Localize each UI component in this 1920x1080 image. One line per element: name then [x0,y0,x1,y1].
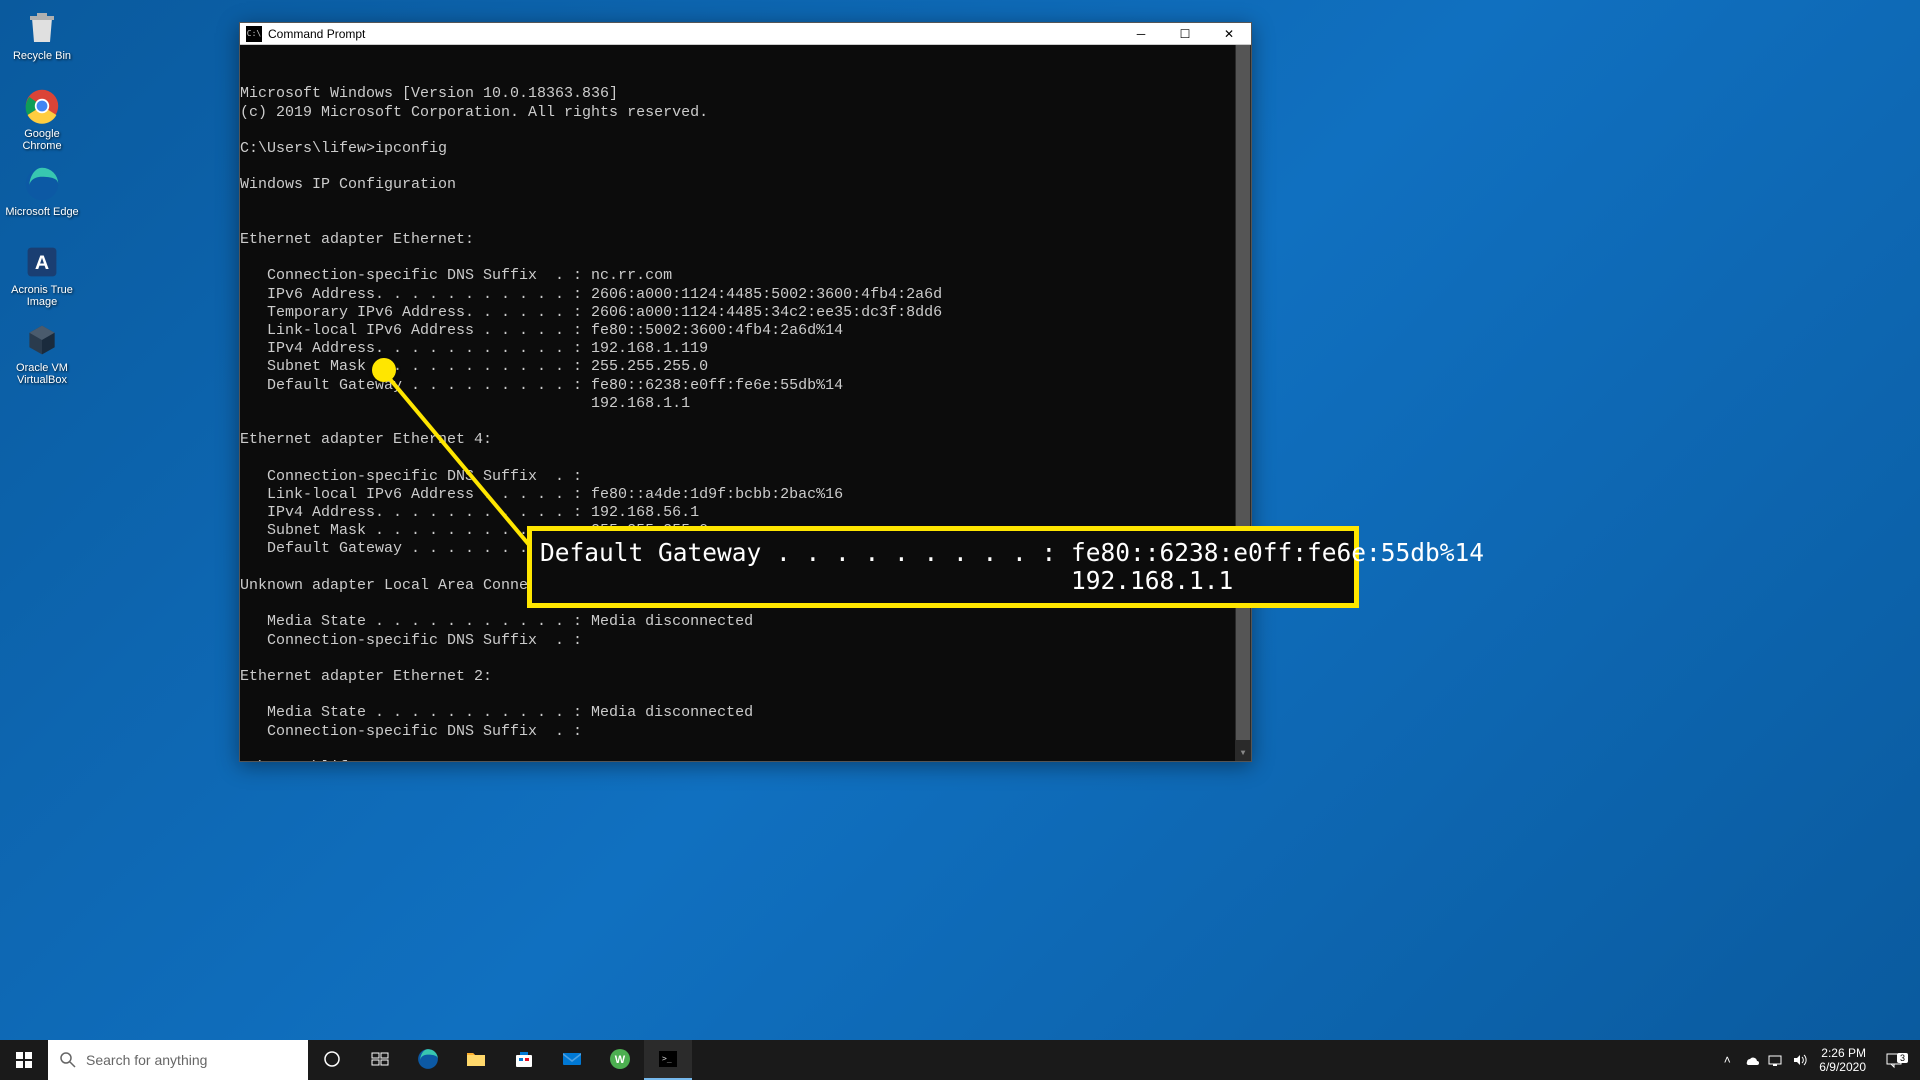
prompt-text: C:\Users\lifew> [240,759,375,761]
terminal-line: IPv6 Address. . . . . . . . . . . : 2606… [240,286,1251,304]
clock-time: 2:26 PM [1819,1046,1866,1060]
terminal-line: Link-local IPv6 Address . . . . . : fe80… [240,486,1251,504]
terminal-line [240,158,1251,176]
terminal-line [240,195,1251,213]
taskbar: Search for anything W >_ ˄ [0,1040,1920,1080]
timeline-icon [371,1050,389,1068]
taskbar-edge[interactable] [404,1040,452,1080]
action-center-button[interactable]: 3 [1874,1051,1914,1069]
start-button[interactable] [0,1040,48,1080]
folder-icon [465,1048,487,1070]
scrollbar-thumb[interactable] [1236,45,1250,740]
terminal-line: Connection-specific DNS Suffix . : [240,632,1251,650]
scroll-down-arrow[interactable]: ▼ [1235,747,1251,761]
store-icon [513,1048,535,1070]
tray-network-icon[interactable] [1763,1040,1787,1080]
terminal-line: Media State . . . . . . . . . . . : Medi… [240,704,1251,722]
terminal-line: 192.168.1.1 [240,395,1251,413]
green-app-icon: W [609,1048,631,1070]
cmd-icon: >_ [657,1048,679,1070]
titlebar[interactable]: C:\ Command Prompt ─ ☐ ✕ [240,23,1251,45]
system-tray: ˄ 2:26 PM 6/9/2020 3 [1715,1040,1920,1080]
desktop-icon-acronis[interactable]: A Acronis True Image [4,238,80,314]
tray-volume-icon[interactable] [1787,1040,1811,1080]
callout-box: Default Gateway . . . . . . . . . : fe80… [527,526,1359,608]
terminal-line [240,122,1251,140]
terminal-line: Ethernet adapter Ethernet 4: [240,431,1251,449]
taskbar-cmd[interactable]: >_ [644,1040,692,1080]
cmd-app-icon: C:\ [246,26,262,42]
terminal-prompt[interactable]: C:\Users\lifew> [240,759,1251,761]
taskbar-clock[interactable]: 2:26 PM 6/9/2020 [1811,1046,1874,1075]
desktop-icon-recycle-bin[interactable]: Recycle Bin [4,4,80,80]
virtualbox-icon [22,320,62,360]
terminal-line: Microsoft Windows [Version 10.0.18363.83… [240,85,1251,103]
mail-icon [561,1048,583,1070]
terminal-line: Ethernet adapter Ethernet 2: [240,668,1251,686]
taskbar-pinned: W >_ [308,1040,692,1080]
task-view-button[interactable] [308,1040,356,1080]
terminal-line: (c) 2019 Microsoft Corporation. All righ… [240,104,1251,122]
acronis-icon: A [22,242,62,282]
terminal-line [240,413,1251,431]
callout-line2: 192.168.1.1 [540,566,1233,595]
terminal-line: Connection-specific DNS Suffix . : [240,723,1251,741]
windows-icon [16,1052,32,1068]
terminal-line: IPv4 Address. . . . . . . . . . . : 192.… [240,504,1251,522]
taskbar-store[interactable] [500,1040,548,1080]
chrome-icon [22,86,62,126]
taskbar-spacer [692,1040,1715,1080]
svg-text:W: W [615,1054,626,1066]
terminal-line [240,686,1251,704]
scrollbar[interactable]: ▲ ▼ [1235,45,1251,761]
desktop-icon-label: Microsoft Edge [5,206,78,218]
edge-icon [22,164,62,204]
window-title: Command Prompt [268,27,1119,41]
svg-text:A: A [35,252,49,274]
terminal-line: Ethernet adapter Ethernet: [240,231,1251,249]
search-box[interactable]: Search for anything [48,1040,308,1080]
close-button[interactable]: ✕ [1207,23,1251,45]
svg-text:>_: >_ [662,1054,672,1063]
desktop-icon-google-chrome[interactable]: Google Chrome [4,82,80,158]
desktop-icon-label: Google Chrome [4,128,80,152]
terminal-line: Link-local IPv6 Address . . . . . : fe80… [240,322,1251,340]
cortana-button[interactable] [356,1040,404,1080]
taskbar-file-explorer[interactable] [452,1040,500,1080]
terminal-output[interactable]: Microsoft Windows [Version 10.0.18363.83… [240,45,1251,761]
desktop-icon-label: Acronis True Image [4,284,80,308]
minimize-button[interactable]: ─ [1119,23,1163,45]
terminal-line [240,650,1251,668]
search-icon [60,1052,76,1068]
terminal-line [240,213,1251,231]
desktop-icon-label: Oracle VM VirtualBox [4,362,80,386]
terminal-line [240,449,1251,467]
taskbar-app-green[interactable]: W [596,1040,644,1080]
terminal-line [240,741,1251,759]
taskbar-mail[interactable] [548,1040,596,1080]
terminal-line: Windows IP Configuration [240,176,1251,194]
callout-line1: Default Gateway . . . . . . . . . : fe80… [540,538,1484,567]
search-placeholder: Search for anything [86,1052,207,1068]
tray-onedrive-icon[interactable] [1739,1040,1763,1080]
terminal-line: C:\Users\lifew>ipconfig [240,140,1251,158]
command-prompt-window: C:\ Command Prompt ─ ☐ ✕ Microsoft Windo… [239,22,1252,762]
desktop-icon-microsoft-edge[interactable]: Microsoft Edge [4,160,80,236]
desktop-icons: Recycle Bin Google Chrome Microsoft Edge… [4,4,84,394]
terminal-line: Connection-specific DNS Suffix . : [240,468,1251,486]
tray-overflow[interactable]: ˄ [1715,1040,1739,1080]
recycle-bin-icon [22,8,62,48]
edge-icon [417,1048,439,1070]
task-view-icon [323,1050,341,1068]
terminal-line: Temporary IPv6 Address. . . . . . : 2606… [240,304,1251,322]
desktop-icon-virtualbox[interactable]: Oracle VM VirtualBox [4,316,80,392]
terminal-line: Media State . . . . . . . . . . . : Medi… [240,613,1251,631]
terminal-line: Connection-specific DNS Suffix . : nc.rr… [240,267,1251,285]
maximize-button[interactable]: ☐ [1163,23,1207,45]
terminal-line [240,249,1251,267]
desktop-icon-label: Recycle Bin [13,50,71,62]
clock-date: 6/9/2020 [1819,1060,1866,1074]
notification-badge: 3 [1897,1053,1908,1063]
terminal-line: IPv4 Address. . . . . . . . . . . : 192.… [240,340,1251,358]
